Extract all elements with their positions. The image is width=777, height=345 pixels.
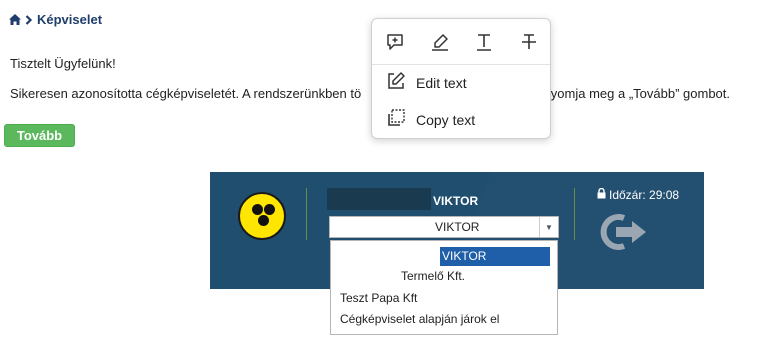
logout-icon[interactable] [598, 212, 650, 257]
divider [306, 188, 307, 240]
message-end: oz nyomja meg a „Tovább” gombot. [526, 86, 731, 101]
copy-text-icon [386, 108, 406, 131]
breadcrumb: Képviselet [9, 12, 102, 27]
strikethrough-icon[interactable] [518, 31, 540, 53]
dropdown-option[interactable]: Termelő Kft. [401, 269, 465, 283]
home-icon[interactable] [9, 14, 21, 25]
edit-text-label: Edit text [416, 74, 467, 91]
highlighter-icon[interactable] [429, 31, 451, 53]
redacted-name [327, 188, 431, 210]
message-text: Sikeresen azonosította cégképviseletét. … [10, 86, 730, 101]
company-select[interactable]: VIKTOR ▼ [329, 216, 559, 238]
dropdown-option[interactable]: Teszt Papa Kft [340, 291, 417, 305]
dropdown-option[interactable]: Cégképviselet alapján járok el [340, 312, 499, 326]
breadcrumb-current: Képviselet [37, 12, 103, 27]
greeting-text: Tisztelt Ügyfelünk! [10, 56, 116, 71]
popup-toolbar [372, 19, 550, 65]
chevron-right-icon [25, 14, 33, 25]
next-button[interactable]: Tovább [4, 124, 75, 147]
divider [574, 188, 575, 240]
edit-text-icon [386, 71, 406, 94]
company-dropdown: VIKTOR Termelő Kft. Teszt Papa Kft Cégké… [330, 240, 558, 335]
text-format-icon[interactable] [473, 31, 495, 53]
user-name: VIKTOR [433, 194, 479, 208]
dropdown-option[interactable]: VIKTOR [440, 247, 550, 266]
select-value: VIKTOR [435, 220, 480, 234]
session-timer: Időzár: 29:08 [597, 187, 680, 202]
copy-text-item[interactable]: Copy text [386, 108, 475, 131]
timer-label: Időzár: 29:08 [609, 188, 680, 202]
logo-icon [238, 192, 286, 240]
lock-icon [597, 187, 606, 202]
edit-text-item[interactable]: Edit text [386, 71, 467, 94]
text-context-popup: Edit text Copy text [371, 18, 551, 139]
chevron-down-icon[interactable]: ▼ [539, 217, 558, 237]
copy-text-label: Copy text [416, 111, 476, 128]
message-start: Sikeresen azonosította cégképviseletét. … [10, 86, 362, 101]
comment-add-icon[interactable] [384, 31, 406, 53]
